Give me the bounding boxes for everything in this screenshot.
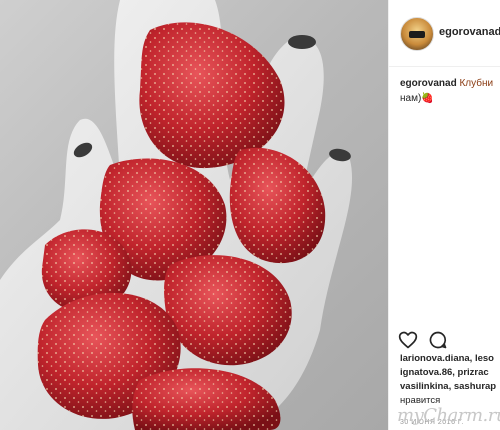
post-actions bbox=[398, 330, 498, 350]
likes-line-2[interactable]: ignatova.86, prizrac bbox=[400, 366, 500, 380]
post-caption: egorovanad Клубни нам)🍓 bbox=[400, 76, 500, 106]
post-sidebar: egorovanad egorovanad Клубни нам)🍓 lario… bbox=[389, 0, 500, 430]
heart-icon[interactable] bbox=[398, 330, 418, 350]
strawberries-in-hand-photo bbox=[0, 0, 353, 430]
post-photo[interactable] bbox=[0, 0, 388, 430]
caption-text-line2: нам)🍓 bbox=[400, 93, 434, 104]
caption-username[interactable]: egorovanad bbox=[400, 78, 457, 89]
post-username[interactable]: egorovanad bbox=[439, 26, 500, 38]
caption-text-line1: Клубни bbox=[459, 78, 494, 89]
likes-line-3[interactable]: vasilinkina, sashurap bbox=[400, 380, 500, 394]
likes-line-1[interactable]: larionova.diana, leso bbox=[400, 352, 500, 366]
post-header: egorovanad bbox=[389, 0, 500, 67]
likes-summary: larionova.diana, leso ignatova.86, prizr… bbox=[400, 352, 500, 408]
avatar[interactable] bbox=[400, 17, 434, 51]
watermark-text: myCharm.ru bbox=[397, 405, 500, 426]
comment-icon[interactable] bbox=[428, 330, 448, 350]
